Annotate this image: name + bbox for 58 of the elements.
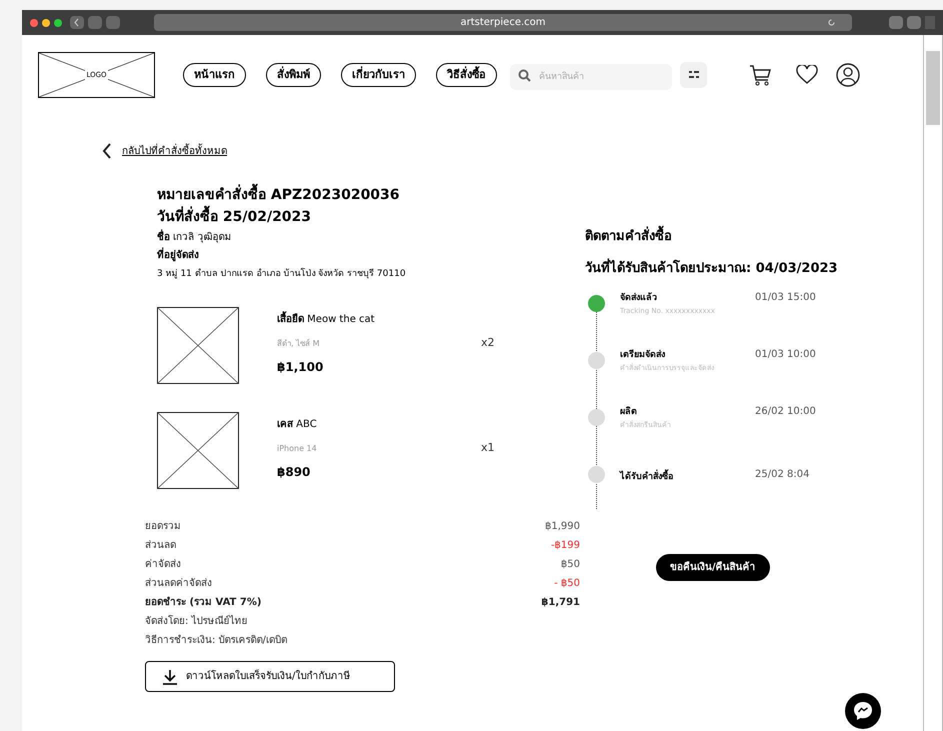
nav-link[interactable]: สั่งพิมพ์: [266, 63, 321, 87]
address-text: 3 หมู่ 11 ตำบล ปากแรด อำเภอ บ้านโป่ง จังหวัด ราชบุรี 70110: [157, 266, 407, 281]
download-button[interactable]: ดาวน์โหลดใบเสร็จรับเงิน/ใบกำกับภาษี: [145, 661, 395, 692]
cart-icon[interactable]: [749, 63, 773, 87]
quantity: x1: [481, 440, 495, 456]
nav-link[interactable]: เกี่ยวกับเรา: [341, 63, 416, 87]
search-field[interactable]: ค้นหาสินค้า: [510, 64, 672, 90]
summary-label: ยอดรวม: [145, 520, 181, 534]
search-icon: [518, 69, 531, 82]
tracking-title: ติดตามคำสั่งซื้อ: [585, 227, 875, 247]
refund-button[interactable]: ขอคืนเงิน/คืนสินค้า: [656, 554, 770, 581]
shipping-method: จัดส่งโดย: ไปรษณีย์ไทย: [145, 614, 249, 629]
step-title: ได้รับคำสั่งซื้อ: [620, 470, 750, 484]
back-link[interactable]: กลับไปที่คำสั่งซื้อทั้งหมด: [102, 143, 227, 159]
address-label: ที่อยู่จัดส่ง: [157, 247, 585, 265]
summary-value: -฿199: [550, 539, 580, 553]
summary-value: ฿1,791: [541, 596, 580, 610]
filter-button[interactable]: [680, 62, 707, 88]
estimated-delivery: วันที่ได้รับสินค้าโดยประมาณ: 04/03/2023: [585, 259, 875, 279]
reload-icon[interactable]: [827, 18, 836, 27]
product-price: ฿1,100: [277, 359, 324, 376]
download-icon: [162, 668, 178, 684]
step-time: 25/02 8:04: [755, 468, 810, 482]
product-price: ฿890: [277, 464, 312, 481]
step-time: 26/02 10:00: [755, 405, 816, 419]
back-icon[interactable]: [70, 16, 84, 29]
product-name: เสื้อยืด Meow the cat: [277, 311, 477, 329]
scroll-thumb[interactable]: [926, 51, 940, 125]
summary-value: ฿1,990: [545, 520, 580, 534]
summary-label: ค่าจัดส่ง: [145, 558, 181, 572]
step-title: จัดส่งแล้ว: [620, 291, 658, 305]
payment-method: วิธีการชำระเงิน: บัตรเครดิต/เดบิต: [145, 634, 288, 648]
quantity: x2: [481, 335, 495, 351]
step-time: 01/03 10:00: [755, 348, 816, 362]
url-text: artsterpiece.com: [460, 16, 546, 30]
summary-value: - ฿50: [554, 577, 580, 591]
messenger-icon[interactable]: [845, 693, 881, 729]
nav-link[interactable]: หน้าแรก: [183, 63, 246, 87]
customer-name: ชื่อ เกวลิ วุฒิอุดม: [157, 229, 585, 247]
step-title: เตรียมจัดส่ง: [620, 348, 666, 362]
summary-label: ยอดชำระ (รวม VAT 7%): [145, 596, 262, 610]
filter-icon: [688, 71, 698, 79]
nav-link[interactable]: วิธีสั่งซื้อ: [436, 63, 497, 87]
address-bar[interactable]: artsterpiece.com: [154, 14, 852, 31]
order-date: วันที่สั่งซื้อ 25/02/2023: [157, 206, 585, 228]
summary-label: ส่วนลดค่าจัดส่ง: [145, 577, 212, 591]
step-time: 01/03 15:00: [755, 291, 816, 305]
summary-label: ส่วนลด: [145, 539, 176, 553]
product-name: เคส ABC: [277, 418, 318, 432]
order-number: หมายเลขคำสั่งซื้อ APZ2023020036: [157, 184, 585, 206]
user-icon[interactable]: [836, 63, 860, 87]
step-title: ผลิต: [620, 405, 638, 419]
product-variant: iPhone 14: [277, 443, 318, 455]
chevron-left-icon: [102, 143, 112, 159]
scrollbar[interactable]: [923, 35, 943, 731]
summary-value: ฿50: [560, 558, 580, 572]
heart-icon[interactable]: [796, 65, 818, 85]
product-variant: สีดำ, ไซส์ M: [277, 338, 321, 350]
